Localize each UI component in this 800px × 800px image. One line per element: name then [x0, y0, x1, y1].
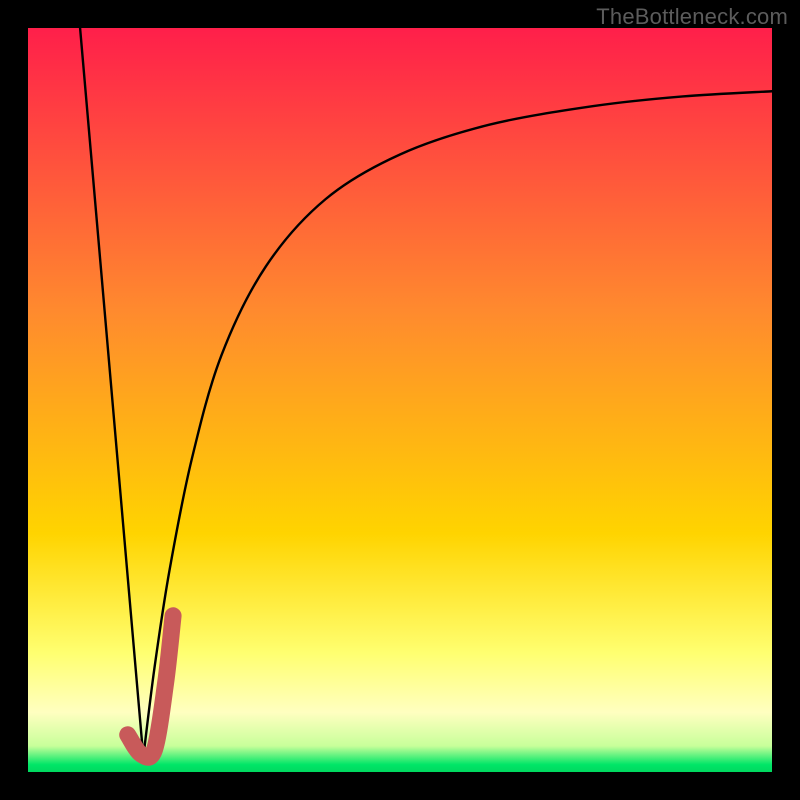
- plot-svg: [28, 28, 772, 772]
- chart-frame: TheBottleneck.com: [0, 0, 800, 800]
- plot-area: [28, 28, 772, 772]
- watermark-text: TheBottleneck.com: [596, 4, 788, 30]
- gradient-background: [28, 28, 772, 772]
